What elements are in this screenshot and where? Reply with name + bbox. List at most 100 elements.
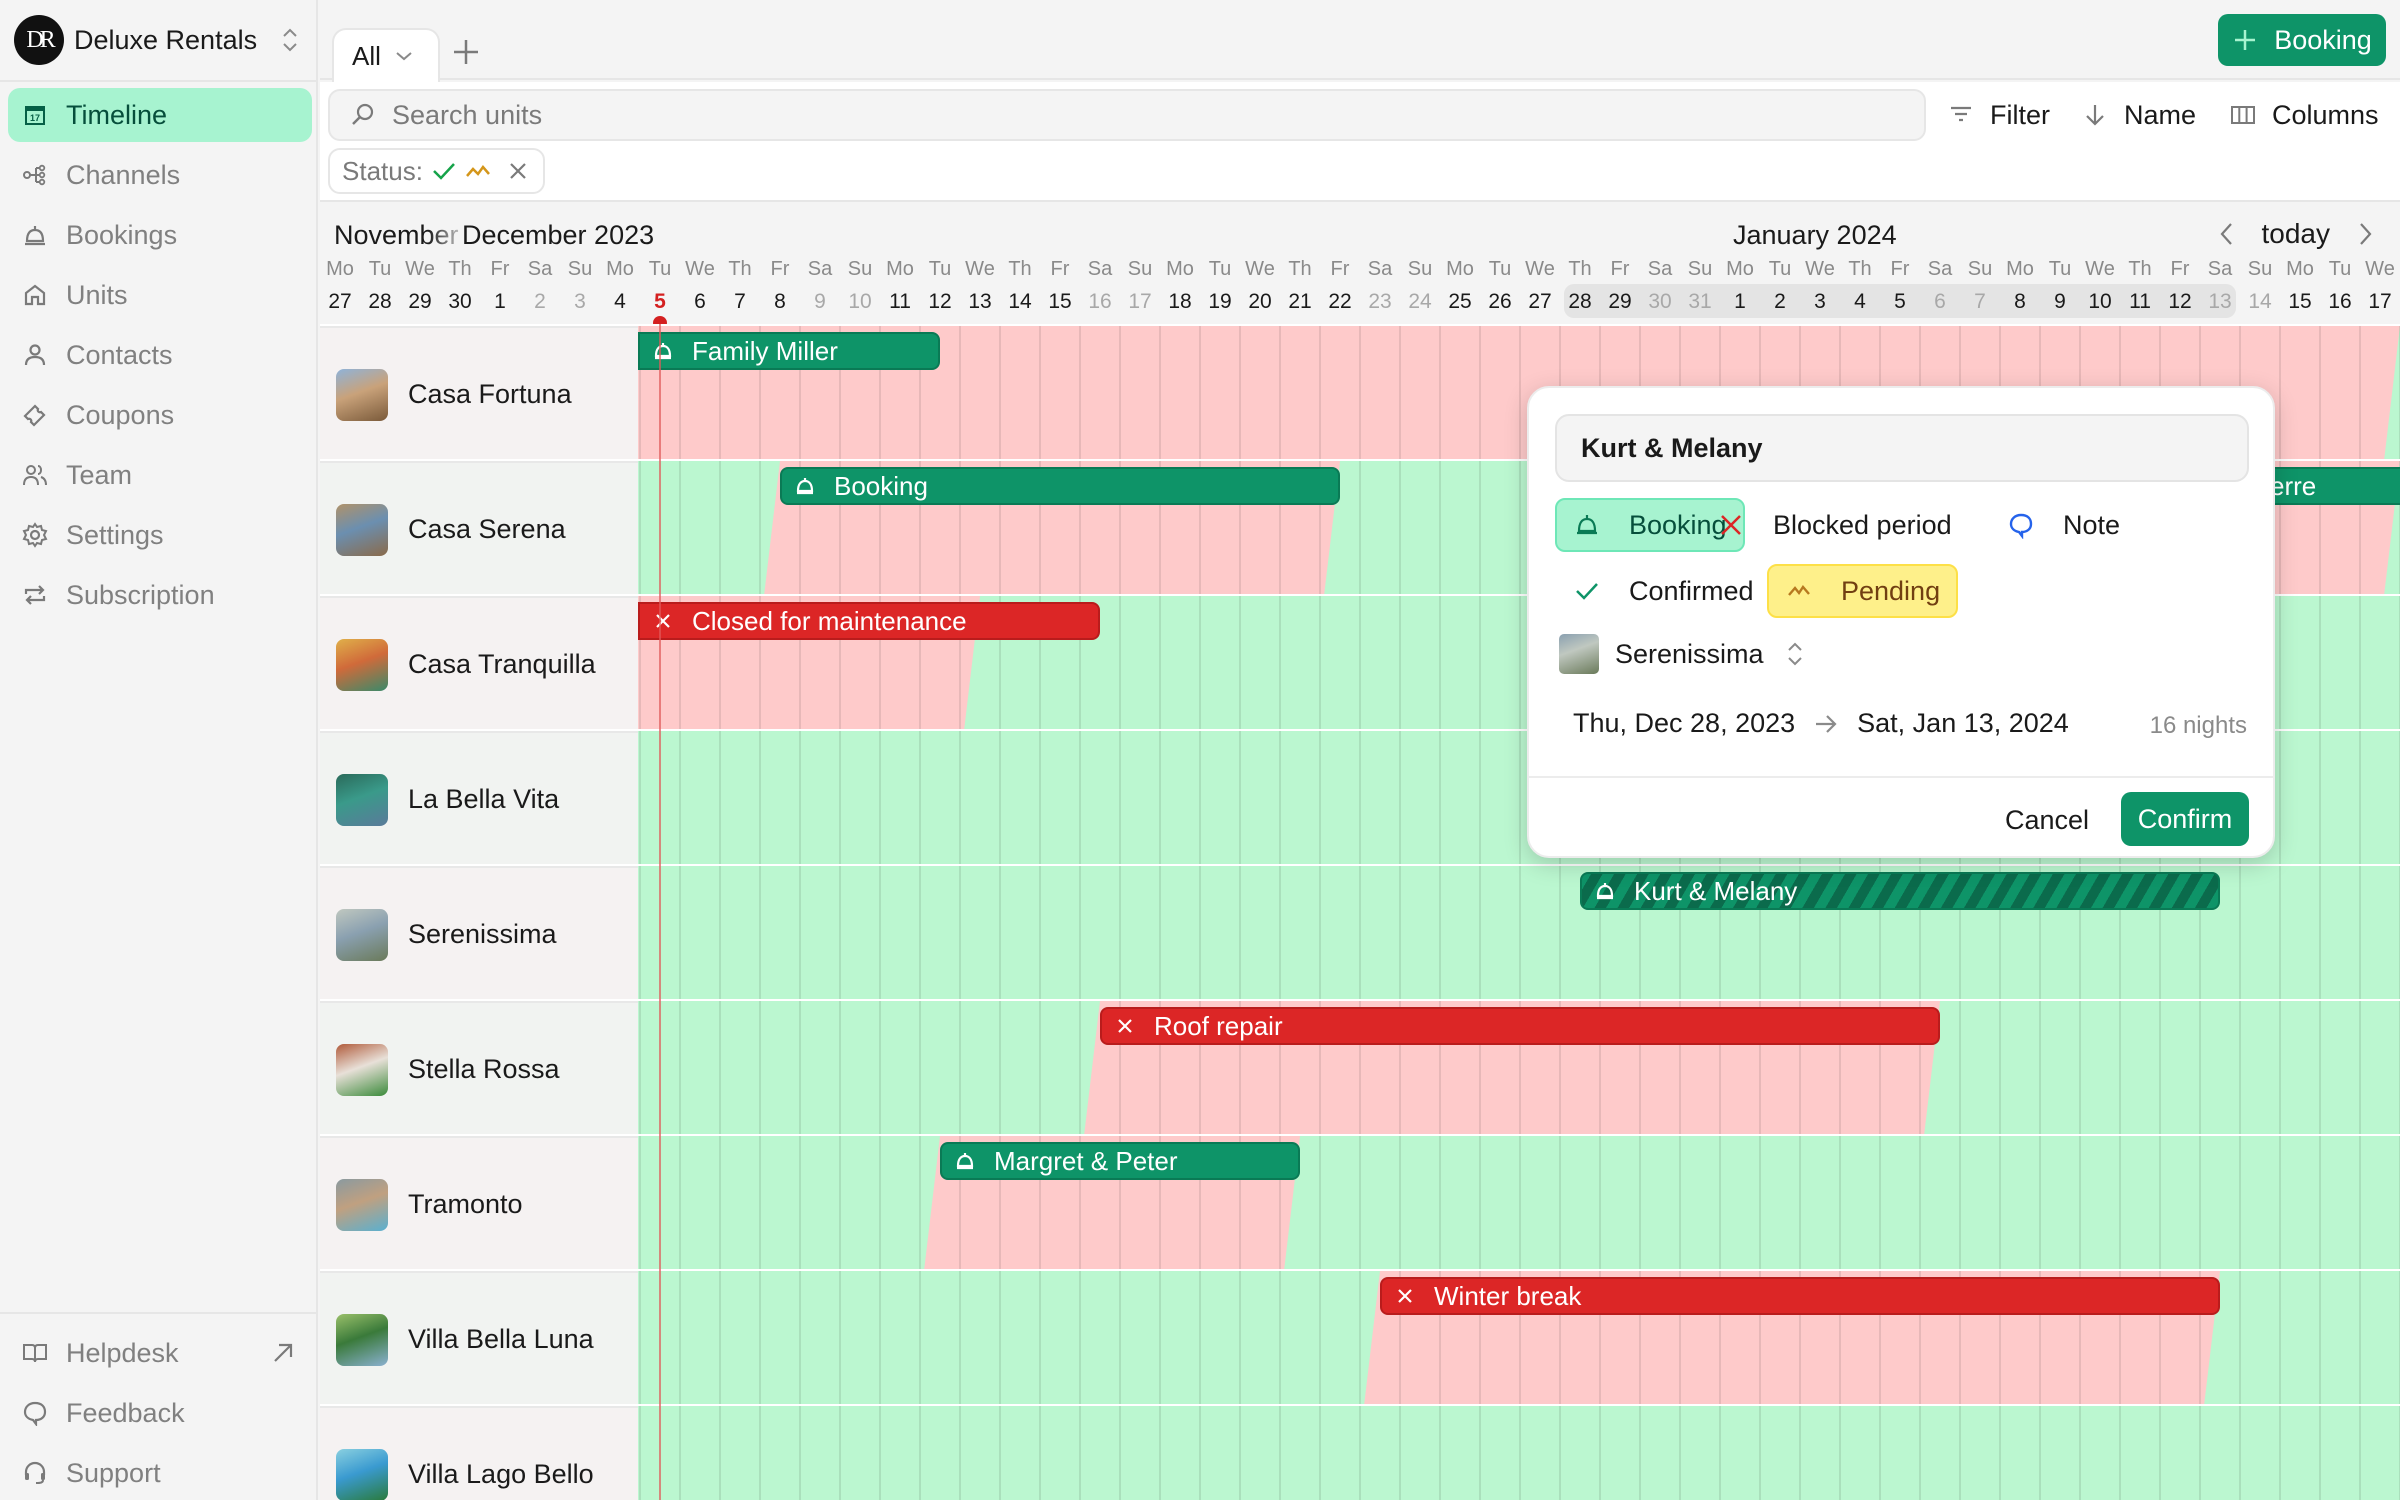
booking-bar[interactable]: Margret & Peter xyxy=(940,1142,1300,1180)
day-number[interactable]: 8 xyxy=(760,290,800,314)
sidebar-item-helpdesk[interactable]: Helpdesk xyxy=(8,1326,310,1380)
today-button[interactable]: today xyxy=(2262,218,2331,250)
booking-title-input[interactable] xyxy=(1555,414,2249,482)
day-number[interactable]: 5 xyxy=(1880,290,1920,314)
day-number[interactable]: 13 xyxy=(2200,290,2240,314)
unit-timeline[interactable]: Roof repair xyxy=(638,1001,2400,1136)
unit-timeline[interactable]: Kurt & Melany xyxy=(638,866,2400,1001)
day-number[interactable]: 7 xyxy=(720,290,760,314)
day-number[interactable]: 25 xyxy=(1440,290,1480,314)
day-number[interactable]: 31 xyxy=(1680,290,1720,314)
booking-bar[interactable]: Kurt & Melany xyxy=(1580,872,2220,910)
unit-timeline[interactable]: Winter break xyxy=(638,1271,2400,1406)
sidebar-item-bookings[interactable]: Bookings xyxy=(8,208,312,262)
sidebar-item-settings[interactable]: Settings xyxy=(8,508,312,562)
day-number[interactable]: 2 xyxy=(520,290,560,314)
day-number[interactable]: 11 xyxy=(880,290,920,314)
day-number[interactable]: 8 xyxy=(2000,290,2040,314)
day-number[interactable]: 27 xyxy=(1520,290,1560,314)
unit-timeline[interactable]: Margret & Peter xyxy=(638,1136,2400,1271)
day-number[interactable]: 3 xyxy=(1800,290,1840,314)
sidebar-item-units[interactable]: Units xyxy=(8,268,312,322)
start-date[interactable]: Thu, Dec 28, 2023 xyxy=(1573,708,1795,739)
day-number[interactable]: 30 xyxy=(1640,290,1680,314)
day-number[interactable]: 19 xyxy=(1200,290,1240,314)
unit-select[interactable]: Serenissima xyxy=(1559,634,1804,674)
day-number[interactable]: 15 xyxy=(2280,290,2320,314)
confirm-button[interactable]: Confirm xyxy=(2121,792,2249,846)
day-number[interactable]: 18 xyxy=(1160,290,1200,314)
day-number[interactable]: 28 xyxy=(1560,290,1600,314)
day-number[interactable]: 29 xyxy=(400,290,440,314)
day-number[interactable]: 14 xyxy=(2240,290,2280,314)
unit-cell[interactable]: La Bella Vita xyxy=(320,731,638,866)
day-number[interactable]: 28 xyxy=(360,290,400,314)
cancel-button[interactable]: Cancel xyxy=(1995,794,2099,846)
status-filter-chip[interactable]: Status: xyxy=(328,148,545,194)
day-number[interactable]: 4 xyxy=(600,290,640,314)
day-number[interactable]: 9 xyxy=(2040,290,2080,314)
blocked-period-bar[interactable]: Winter break xyxy=(1380,1277,2220,1315)
day-number[interactable]: 6 xyxy=(680,290,720,314)
day-number[interactable]: 6 xyxy=(1920,290,1960,314)
day-number[interactable]: 16 xyxy=(1080,290,1120,314)
day-number[interactable]: 7 xyxy=(1960,290,2000,314)
unit-cell[interactable]: Stella Rossa xyxy=(320,1001,638,1136)
unit-cell[interactable]: Casa Serena xyxy=(320,461,638,596)
day-number[interactable]: 3 xyxy=(560,290,600,314)
sidebar-item-timeline[interactable]: 17Timeline xyxy=(8,88,312,142)
chevron-right-icon[interactable] xyxy=(2354,221,2376,247)
day-number[interactable]: 11 xyxy=(2120,290,2160,314)
status-confirmed-option[interactable]: Confirmed xyxy=(1555,564,1772,618)
day-number[interactable]: 2 xyxy=(1760,290,1800,314)
booking-bar[interactable]: Family Miller xyxy=(638,332,940,370)
day-number[interactable]: 1 xyxy=(480,290,520,314)
search-box[interactable] xyxy=(328,89,1926,141)
day-number[interactable]: 16 xyxy=(2320,290,2360,314)
day-number[interactable]: 10 xyxy=(840,290,880,314)
day-number[interactable]: 17 xyxy=(2360,290,2400,314)
chevron-left-icon[interactable] xyxy=(2216,221,2238,247)
day-number[interactable]: 23 xyxy=(1360,290,1400,314)
status-pending-option[interactable]: Pending xyxy=(1767,564,1958,618)
day-number[interactable]: 22 xyxy=(1320,290,1360,314)
day-number[interactable]: 21 xyxy=(1280,290,1320,314)
day-number[interactable]: 15 xyxy=(1040,290,1080,314)
filter-button[interactable]: Filter xyxy=(1948,97,2050,133)
sidebar-item-feedback[interactable]: Feedback xyxy=(8,1386,310,1440)
unit-timeline[interactable] xyxy=(638,1406,2400,1500)
day-number[interactable]: 24 xyxy=(1400,290,1440,314)
columns-button[interactable]: Columns xyxy=(2230,97,2379,133)
view-tab-all[interactable]: All xyxy=(332,28,440,82)
day-number[interactable]: 12 xyxy=(920,290,960,314)
sort-button[interactable]: Name xyxy=(2082,97,2196,133)
new-booking-button[interactable]: Booking xyxy=(2218,14,2386,66)
sidebar-item-channels[interactable]: Channels xyxy=(8,148,312,202)
day-number[interactable]: 4 xyxy=(1840,290,1880,314)
day-number[interactable]: 13 xyxy=(960,290,1000,314)
unit-cell[interactable]: Tramonto xyxy=(320,1136,638,1271)
unit-cell[interactable]: Villa Bella Luna xyxy=(320,1271,638,1406)
type-note-option[interactable]: Note xyxy=(1989,498,2138,552)
booking-bar[interactable]: erre xyxy=(2260,467,2400,505)
type-blocked-option[interactable]: Blocked period xyxy=(1699,498,1970,552)
day-number[interactable]: 14 xyxy=(1000,290,1040,314)
day-number[interactable]: 27 xyxy=(320,290,360,314)
workspace-switcher[interactable]: DR Deluxe Rentals xyxy=(14,14,314,66)
add-view-plus-icon[interactable] xyxy=(450,36,482,68)
search-input[interactable] xyxy=(392,100,1792,131)
day-number[interactable]: 10 xyxy=(2080,290,2120,314)
unit-cell[interactable]: Serenissima xyxy=(320,866,638,1001)
unit-cell[interactable]: Casa Tranquilla xyxy=(320,596,638,731)
unit-cell[interactable]: Villa Lago Bello xyxy=(320,1406,638,1500)
day-number[interactable]: 20 xyxy=(1240,290,1280,314)
sidebar-item-team[interactable]: Team xyxy=(8,448,312,502)
remove-filter-x-icon[interactable] xyxy=(505,158,531,184)
day-number[interactable]: 1 xyxy=(1720,290,1760,314)
unit-cell[interactable]: Casa Fortuna xyxy=(320,326,638,461)
booking-bar[interactable]: Booking xyxy=(780,467,1340,505)
blocked-period-bar[interactable]: Roof repair xyxy=(1100,1007,1940,1045)
day-number[interactable]: 9 xyxy=(800,290,840,314)
sidebar-item-subscription[interactable]: Subscription xyxy=(8,568,312,622)
day-number[interactable]: 26 xyxy=(1480,290,1520,314)
